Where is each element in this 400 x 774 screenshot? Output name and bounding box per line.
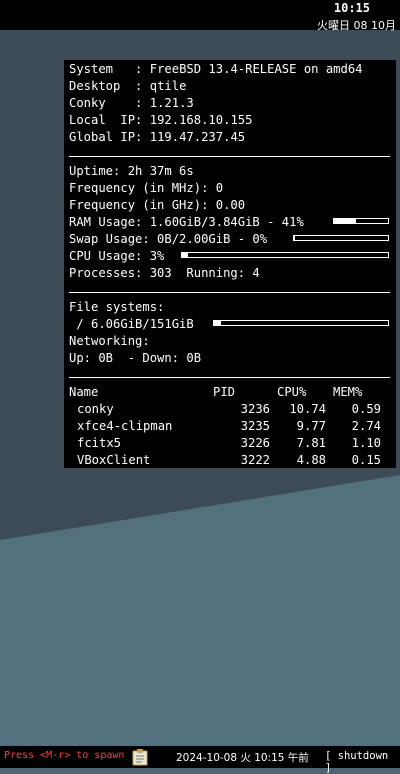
- ram-usage-bar-fill: [334, 219, 357, 223]
- divider-3: [69, 377, 390, 378]
- bottom-clock: 2024-10-08 火 10:15 午前: [176, 752, 309, 764]
- clipboard-icon[interactable]: [131, 748, 149, 766]
- divider-1: [69, 156, 390, 157]
- cpu-usage: CPU Usage: 3%: [69, 249, 165, 263]
- shutdown-button[interactable]: [ shutdown ]: [325, 750, 400, 774]
- proc-cpu: 10.74: [289, 402, 326, 416]
- swap-usage: Swap Usage: 0B/2.00GiB - 0%: [69, 232, 268, 246]
- networking-title: Networking:: [69, 334, 150, 348]
- spawn-prompt[interactable]: Press <M-r> to spawn: [4, 750, 124, 761]
- proc-header-mem: MEM%: [333, 385, 363, 399]
- proc-mem: 1.10: [351, 436, 381, 450]
- proc-pid: 3222: [240, 453, 270, 467]
- proc-name: fcitx5: [77, 436, 122, 450]
- ram-usage: RAM Usage: 1.60GiB/3.84GiB - 41%: [69, 215, 304, 229]
- frequency-ghz: Frequency (in GHz): 0.00: [69, 198, 246, 212]
- proc-cpu: 7.81: [296, 436, 326, 450]
- proc-header-cpu: CPU%: [277, 385, 307, 399]
- info-global-ip: Global IP: 119.47.237.45: [69, 130, 246, 144]
- top-status-bar: 10:15 火曜日 08 10月: [0, 0, 400, 32]
- processes: Processes: 303 Running: 4: [69, 266, 260, 280]
- proc-name: xfce4-clipman: [77, 419, 173, 433]
- conky-widget: System : FreeBSD 13.4-RELEASE on amd64 D…: [64, 60, 396, 468]
- proc-cpu: 4.88: [296, 453, 326, 467]
- proc-name: conky: [77, 402, 114, 416]
- swap-usage-bar-fill: [294, 236, 296, 240]
- proc-cpu: 9.77: [296, 419, 326, 433]
- info-system: System : FreeBSD 13.4-RELEASE on amd64: [69, 62, 363, 76]
- fs-root-bar: [213, 320, 389, 326]
- network-up-down: Up: 0B - Down: 0B: [69, 351, 202, 365]
- proc-mem: 0.15: [351, 453, 381, 467]
- info-conky: Conky : 1.21.3: [69, 96, 194, 110]
- cpu-usage-bar: [181, 252, 389, 258]
- fs-root: / 6.06GiB/151GiB: [69, 317, 194, 331]
- top-date: 火曜日 08 10月: [317, 19, 396, 32]
- swap-usage-bar: [293, 235, 389, 241]
- proc-header-name: Name: [69, 385, 99, 399]
- uptime: Uptime: 2h 37m 6s: [69, 164, 194, 178]
- info-desktop: Desktop : qtile: [69, 79, 187, 93]
- proc-pid: 3236: [240, 402, 270, 416]
- proc-header-pid: PID: [213, 385, 236, 399]
- proc-mem: 2.74: [351, 419, 381, 433]
- bottom-status-bar: Press <M-r> to spawn 2024-10-08 火 10:15 …: [0, 746, 400, 774]
- fs-root-bar-fill: [214, 321, 221, 325]
- proc-pid: 3226: [240, 436, 270, 450]
- top-clock: 10:15: [333, 1, 370, 15]
- info-local-ip: Local IP: 192.168.10.155: [69, 113, 253, 127]
- divider-2: [69, 292, 390, 293]
- proc-mem: 0.59: [351, 402, 381, 416]
- proc-name: VBoxClient: [77, 453, 151, 467]
- ram-usage-bar: [333, 218, 389, 224]
- proc-pid: 3235: [240, 419, 270, 433]
- cpu-usage-bar-fill: [182, 253, 189, 257]
- file-systems-title: File systems:: [69, 300, 165, 314]
- frequency-mhz: Frequency (in MHz): 0: [69, 181, 224, 195]
